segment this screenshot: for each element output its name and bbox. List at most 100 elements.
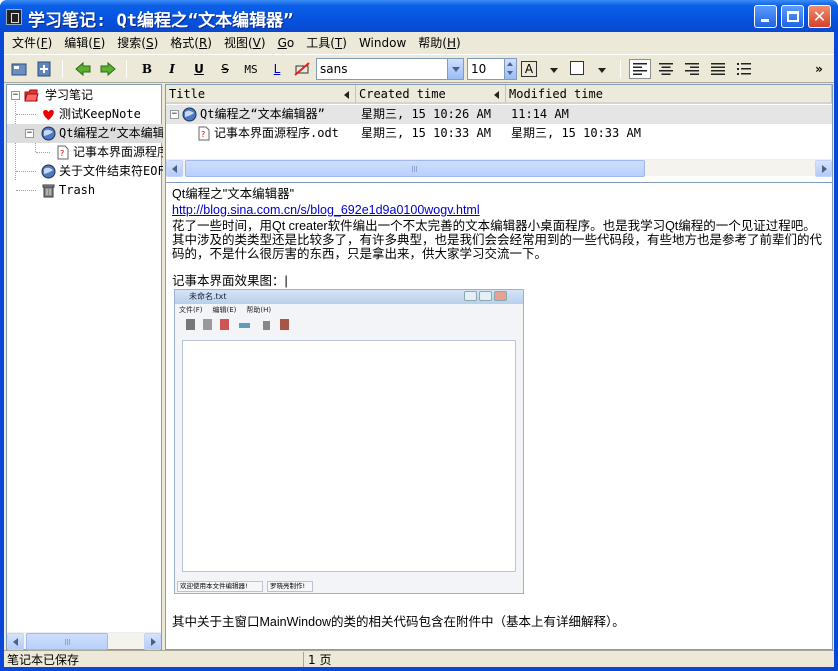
scroll-thumb[interactable] (185, 160, 645, 177)
no-format-icon (294, 62, 310, 76)
menu-item-accelerator: S (145, 36, 154, 50)
note-link[interactable]: http://blog.sina.com.cn/s/blog_692e1d9a0… (172, 203, 480, 217)
tree-item-label: 关于文件结束符EOF (59, 164, 163, 178)
cell-created: 星期三, 15 10:26 AM (361, 107, 491, 121)
cell-title: Qt编程之“文本编辑器” (200, 107, 325, 121)
embedded-text-area (182, 340, 516, 572)
collapse-icon[interactable]: − (11, 91, 20, 100)
scroll-left-button[interactable] (166, 160, 183, 177)
menu-item-label-end: ) (260, 36, 266, 50)
minimize-button[interactable] (754, 5, 777, 28)
tree-item-qt-editor[interactable]: − Qt编程之“文本编辑器” (7, 124, 163, 143)
globe-note-icon (41, 164, 56, 179)
column-header-title[interactable]: Title (166, 85, 356, 104)
tree-horizontal-scrollbar[interactable] (7, 632, 161, 650)
menu-item-5[interactable]: Go (272, 33, 301, 53)
column-header-created[interactable]: Created time (356, 85, 506, 104)
tree-item-attachment[interactable]: ? 记事本界面源程序.odt (7, 143, 163, 162)
bold-button[interactable]: B (136, 59, 158, 79)
list-row[interactable]: ? 记事本界面源程序.odt 星期三, 15 10:33 AM 星期三, 15 … (166, 124, 832, 143)
chevron-down-icon[interactable] (447, 59, 463, 79)
menu-item-1[interactable]: 编辑(E) (58, 33, 111, 53)
back-button[interactable] (72, 59, 94, 79)
svg-text:?: ? (60, 149, 64, 158)
new-notebook-button[interactable] (8, 59, 30, 79)
attachment-file-icon: ? (57, 145, 69, 160)
text-color-button[interactable]: A (521, 61, 537, 77)
justify-button[interactable] (707, 59, 729, 79)
app-icon[interactable] (6, 9, 22, 25)
status-bar: 笔记本已保存 1 页 (4, 650, 834, 667)
scroll-left-button[interactable] (7, 633, 24, 650)
new-page-button[interactable] (33, 59, 55, 79)
menu-item-2[interactable]: 搜索(S) (111, 33, 164, 53)
tree-item-keepnote[interactable]: 测试KeepNote (7, 105, 163, 124)
italic-button[interactable]: I (161, 59, 183, 79)
menu-item-label-end: ) (47, 36, 53, 50)
embedded-status-left: 欢迎使用本文件编辑器! (177, 581, 263, 592)
collapse-icon[interactable]: − (25, 129, 34, 138)
embedded-screenshot[interactable]: 未命名.txt 文件(F) 编辑(E) 帮助(H) 欢迎使用本文件编辑器! 罗晓亮制… (174, 289, 524, 594)
maximize-button[interactable] (781, 5, 804, 28)
tree-item-notebook[interactable]: − 学习笔记 (7, 86, 163, 105)
fill-color-button[interactable] (570, 61, 584, 75)
align-left-button[interactable] (629, 59, 651, 79)
menu-item-label-end: ) (153, 36, 159, 50)
scroll-right-button[interactable] (815, 160, 832, 177)
align-center-button[interactable] (655, 59, 677, 79)
tree-item-eof[interactable]: 关于文件结束符EOF (7, 162, 163, 181)
column-header-label: Title (169, 87, 206, 101)
menu-item-7[interactable]: Window (353, 33, 412, 53)
menu-item-4[interactable]: 视图(V) (218, 33, 272, 53)
note-editor[interactable]: Qt编程之"文本编辑器" http://blog.sina.com.cn/s/b… (165, 182, 833, 650)
menu-item-label-end: o (286, 36, 295, 50)
embedded-new-icon (186, 319, 195, 330)
monospace-button[interactable]: MS (240, 59, 262, 79)
scroll-right-button[interactable] (144, 633, 161, 650)
font-size-spinbox[interactable]: 10 (467, 58, 517, 80)
notebook-tree[interactable]: − 学习笔记 测试KeepNote − Qt编程之“文本编辑器” ? 记事本界面… (6, 84, 163, 650)
forward-button[interactable] (97, 59, 119, 79)
title-bar[interactable]: 学习笔记: Qt编程之“文本编辑器” ✕ (0, 0, 838, 32)
menu-item-8[interactable]: 帮助(H) (412, 33, 466, 53)
align-right-button[interactable] (681, 59, 703, 79)
embedded-settings-icon (263, 321, 270, 330)
menu-item-0[interactable]: 文件(F) (6, 33, 58, 53)
strikethrough-button[interactable]: S (214, 59, 236, 79)
close-button[interactable]: ✕ (808, 5, 831, 28)
embedded-menu-item: 文件(F) (179, 306, 203, 314)
notebook-icon (11, 63, 27, 76)
fill-color-dropdown-icon[interactable] (598, 68, 606, 73)
attachment-file-icon: ? (198, 126, 210, 141)
text-color-dropdown-icon[interactable] (550, 68, 558, 73)
list-horizontal-scrollbar[interactable] (166, 159, 832, 177)
menu-item-label: 工具( (306, 36, 335, 50)
link-button[interactable]: L (266, 59, 288, 79)
underline-button[interactable]: U (188, 59, 210, 79)
cell-modified: 11:14 AM (511, 107, 569, 121)
arrow-left-icon (172, 165, 177, 173)
embedded-open-icon (203, 319, 212, 330)
menu-item-label: 视图( (223, 36, 253, 50)
font-size-value: 10 (471, 62, 487, 76)
toolbar-overflow-button[interactable]: » (808, 59, 830, 79)
font-family-select[interactable]: sans (316, 58, 464, 80)
menu-item-label: 编辑( (64, 36, 93, 50)
column-header-modified[interactable]: Modified time (506, 85, 832, 104)
spin-arrows-icon[interactable] (504, 59, 516, 79)
tree-item-trash[interactable]: Trash (7, 181, 163, 200)
menu-item-3[interactable]: 格式(R) (164, 33, 218, 53)
maximize-icon (787, 11, 799, 22)
add-page-icon (37, 61, 51, 77)
list-row[interactable]: − Qt编程之“文本编辑器” 星期三, 15 10:26 AM 11:14 AM (166, 105, 832, 124)
clear-format-button[interactable] (291, 59, 313, 79)
menu-item-label: 文件( (12, 36, 41, 50)
scroll-thumb[interactable] (26, 633, 108, 650)
collapse-icon[interactable]: − (170, 110, 179, 119)
bullet-list-button[interactable] (733, 59, 755, 79)
menu-item-6[interactable]: 工具(T) (300, 33, 353, 53)
menubar: 文件(F) 编辑(E) 搜索(S) 格式(R) 视图(V) Go 工具(T) Window 帮助… (4, 32, 834, 54)
menu-item-label-end: ) (207, 36, 212, 50)
folder-open-icon (24, 89, 39, 102)
tree-item-label: Trash (59, 183, 96, 197)
